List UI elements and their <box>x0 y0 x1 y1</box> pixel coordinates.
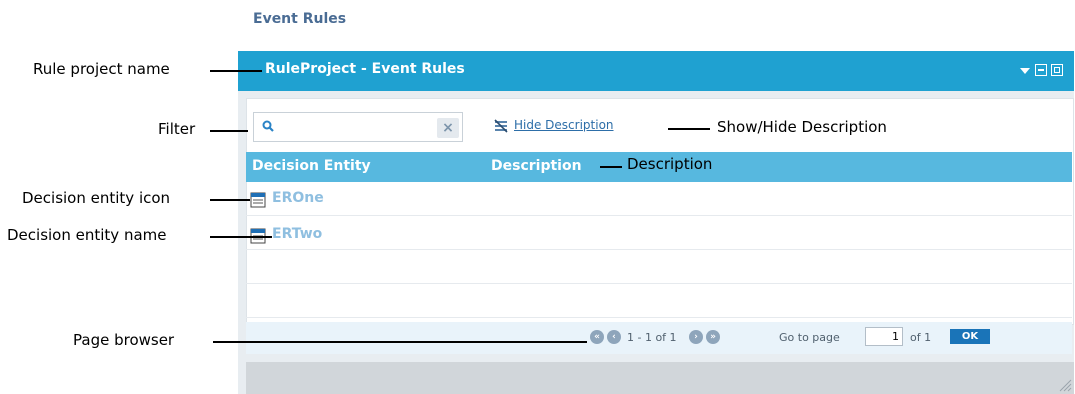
maximize-icon[interactable] <box>1051 64 1063 76</box>
page-title: Event Rules <box>253 11 347 27</box>
page-number-input[interactable] <box>865 327 903 346</box>
page-total-label: of 1 <box>910 331 932 344</box>
column-header-description[interactable]: Description <box>491 158 582 174</box>
decision-entity-icon <box>250 192 266 208</box>
callout-show-hide-description: Show/Hide Description <box>717 118 887 136</box>
previous-page-icon[interactable]: ‹ <box>607 330 621 344</box>
callout-line <box>210 236 272 238</box>
callout-decision-entity-icon: Decision entity icon <box>22 189 171 207</box>
callout-line <box>668 128 710 130</box>
search-icon <box>262 120 274 132</box>
callout-filter: Filter <box>158 120 196 138</box>
minimize-icon[interactable] <box>1035 64 1047 76</box>
page-range-text: 1 - 1 of 1 <box>627 331 677 344</box>
callout-description: Description <box>627 155 713 173</box>
last-page-icon[interactable]: » <box>706 330 720 344</box>
table-row <box>246 284 1072 318</box>
callout-line <box>210 130 248 132</box>
collapse-arrow-icon[interactable] <box>1020 68 1030 74</box>
hide-description-icon[interactable] <box>493 118 509 134</box>
column-header-decision-entity[interactable]: Decision Entity <box>252 158 371 174</box>
callout-page-browser: Page browser <box>73 331 175 349</box>
table-row <box>246 250 1072 284</box>
table-row[interactable] <box>246 216 1072 250</box>
callout-line <box>210 199 250 201</box>
table-row[interactable] <box>246 182 1072 216</box>
widget-title: RuleProject - Event Rules <box>265 61 465 77</box>
ok-button[interactable]: OK <box>950 329 990 344</box>
callout-rule-project-name: Rule project name <box>33 60 170 78</box>
clear-filter-button[interactable]: × <box>437 118 459 138</box>
resize-grip-icon[interactable] <box>1058 378 1072 392</box>
callout-line <box>600 166 622 168</box>
filter-input[interactable] <box>253 112 463 142</box>
next-page-icon[interactable]: › <box>689 330 703 344</box>
callout-line <box>210 70 262 72</box>
callout-line <box>213 341 587 343</box>
first-page-icon[interactable]: « <box>590 330 604 344</box>
callout-decision-entity-name: Decision entity name <box>7 226 167 244</box>
hide-description-link[interactable]: Hide Description <box>514 118 614 132</box>
goto-page-label: Go to page <box>779 331 840 344</box>
decision-entity-name[interactable]: EROne <box>272 190 324 206</box>
status-bar <box>246 362 1074 394</box>
decision-entity-name[interactable]: ERTwo <box>272 226 322 242</box>
